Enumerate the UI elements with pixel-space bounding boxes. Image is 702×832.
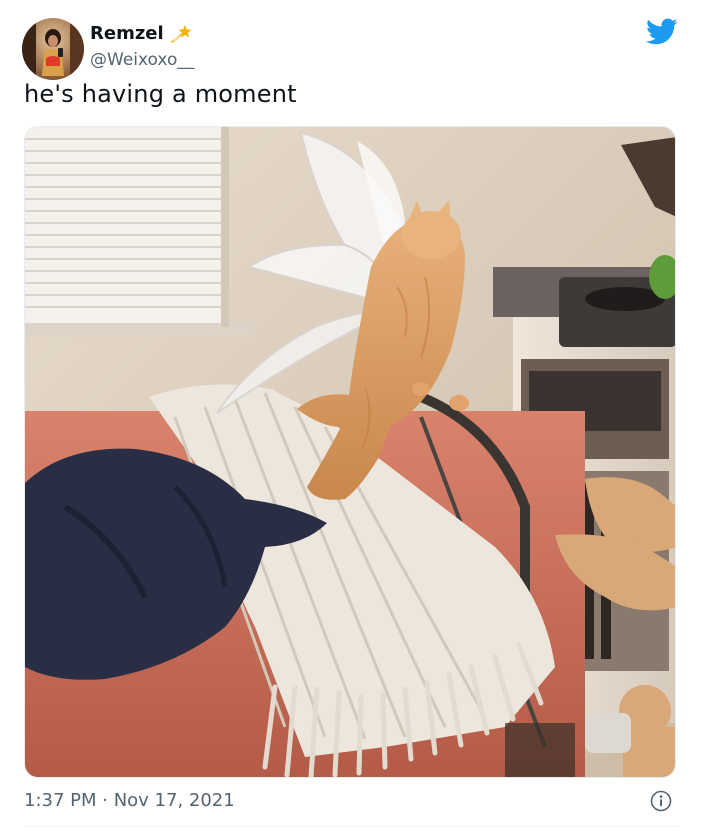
- display-name[interactable]: Remzel: [90, 23, 164, 44]
- tweet-card: Remzel @Weixoxo__ he's having a moment 1…: [0, 0, 702, 832]
- author-handle[interactable]: @Weixoxo__: [90, 50, 194, 70]
- author-name-row: Remzel: [90, 22, 192, 44]
- avatar[interactable]: [22, 18, 84, 80]
- twitter-bird-icon[interactable]: [646, 18, 678, 46]
- shooting-star-emoji-icon: [170, 22, 192, 44]
- photo-cat-with-fairy-wings: [25, 127, 675, 777]
- tweet-text: he's having a moment: [24, 80, 297, 108]
- info-icon[interactable]: [650, 790, 672, 812]
- tweet-photo[interactable]: [24, 126, 676, 778]
- avatar-image: [22, 18, 84, 80]
- tweet-timestamp[interactable]: 1:37 PM · Nov 17, 2021: [24, 790, 235, 811]
- bottom-divider: [24, 826, 678, 827]
